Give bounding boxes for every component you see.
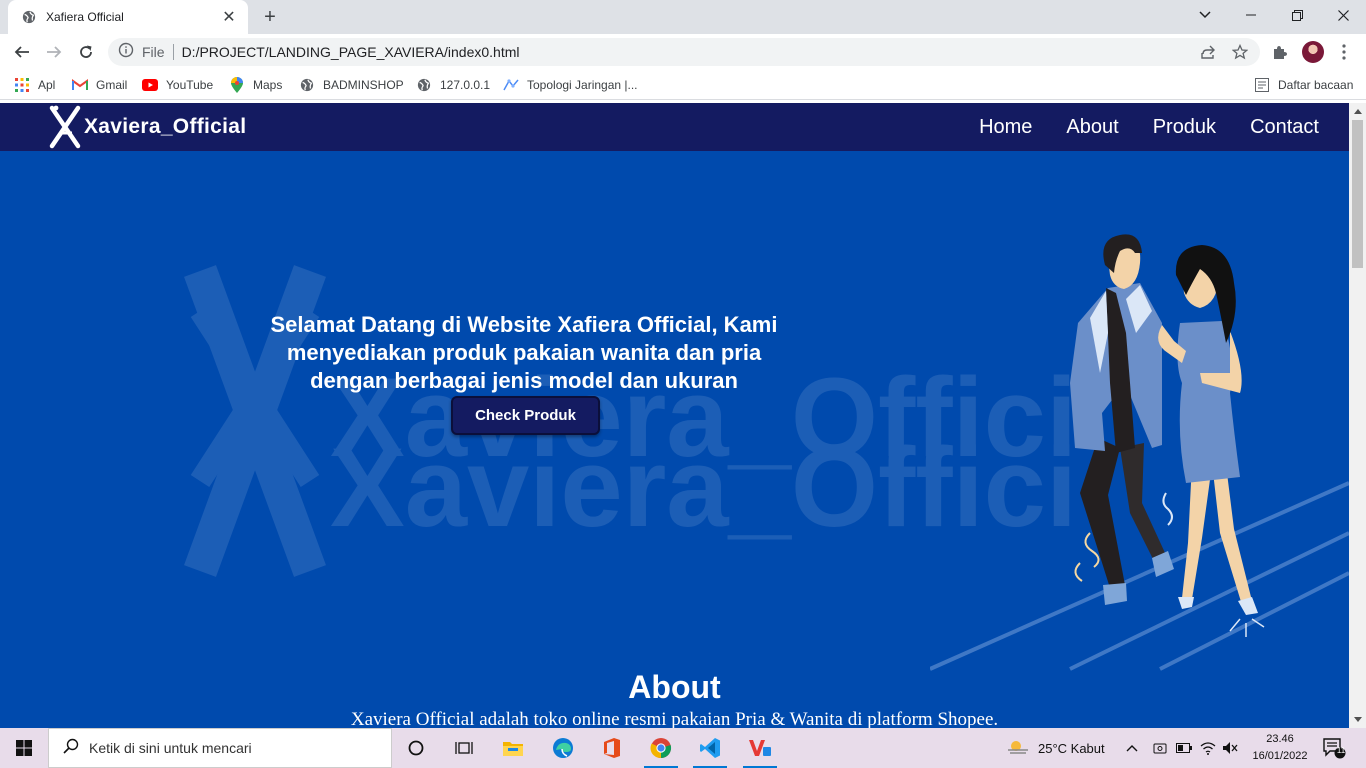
office-icon[interactable] <box>589 728 635 768</box>
search-icon <box>63 738 79 759</box>
windows-start-icon[interactable] <box>0 728 48 768</box>
hero-headline: Selamat Datang di Website Xafiera Offici… <box>234 311 814 395</box>
nav-produk[interactable]: Produk <box>1153 116 1216 139</box>
clock-date: 16/01/2022 <box>1252 750 1308 762</box>
meet-now-icon[interactable] <box>1152 728 1168 768</box>
couple-illustration <box>930 234 1349 671</box>
profile-avatar[interactable] <box>1302 41 1324 63</box>
bookmark-label: BADMINSHOP <box>323 78 404 92</box>
brand-name: Xaviera_Official <box>84 115 247 138</box>
clock-time: 23.46 <box>1266 733 1294 745</box>
show-hidden-icons-chevron-up-icon[interactable] <box>1126 728 1138 768</box>
bookmark-star-icon[interactable] <box>1228 40 1252 64</box>
bookmark-label: YouTube <box>166 78 214 92</box>
taskbar-clock[interactable]: 23.46 16/01/2022 <box>1246 731 1314 765</box>
page-scrollbar[interactable] <box>1349 103 1366 728</box>
windows-taskbar: Ketik di sini untuk mencari 25°C Kabut 2… <box>0 728 1366 768</box>
volume-muted-icon[interactable] <box>1222 728 1238 768</box>
browser-tab[interactable]: Xafiera Official ✕ <box>8 0 248 34</box>
nav-about[interactable]: About <box>1066 116 1118 139</box>
url-text[interactable]: D:/PROJECT/LANDING_PAGE_XAVIERA/index0.h… <box>182 44 520 60</box>
gmail-icon <box>72 77 88 93</box>
bookmark-label: Gmail <box>96 78 128 92</box>
menu-dots-icon[interactable] <box>1332 40 1356 64</box>
nav-contact[interactable]: Contact <box>1250 116 1319 139</box>
battery-icon[interactable] <box>1176 728 1192 768</box>
extensions-puzzle-icon[interactable] <box>1268 40 1292 64</box>
back-arrow-icon[interactable] <box>10 40 34 64</box>
vscode-icon[interactable] <box>687 728 733 768</box>
info-icon[interactable] <box>118 42 134 63</box>
task-view-icon[interactable] <box>441 728 487 768</box>
bookmark-badminshop[interactable]: BADMINSHOP <box>299 75 404 95</box>
notification-count: 11 <box>1336 746 1346 755</box>
close-window-button[interactable] <box>1320 0 1366 30</box>
chrome-icon[interactable] <box>638 728 684 768</box>
hero-line-3: dengan berbagai jenis model dan ukuran <box>310 368 738 393</box>
globe-icon <box>22 10 36 24</box>
scroll-up-arrow-icon[interactable] <box>1349 103 1366 120</box>
hero-section: Xaviera_Official Xaviera_Official Selama… <box>0 151 1349 671</box>
scroll-thumb[interactable] <box>1352 120 1363 268</box>
wifi-icon[interactable] <box>1200 728 1216 768</box>
bookmark-gmail[interactable]: Gmail <box>72 75 127 95</box>
hero-line-1: Selamat Datang di Website Xafiera Offici… <box>270 312 778 337</box>
hero-line-2: menyediakan produk pakaian wanita dan pr… <box>286 340 762 365</box>
browser-tab-strip: Xafiera Official ✕ + <box>0 0 1366 34</box>
globe-icon <box>299 77 315 93</box>
share-icon[interactable] <box>1196 40 1220 64</box>
taskbar-search-input[interactable]: Ketik di sini untuk mencari <box>48 728 392 768</box>
forward-arrow-icon[interactable] <box>42 40 66 64</box>
bookmark-label: 127.0.0.1 <box>440 78 491 92</box>
notification-center-icon[interactable]: 11 <box>1322 728 1346 768</box>
scroll-down-arrow-icon[interactable] <box>1349 711 1366 728</box>
bookmark-label: Maps <box>253 78 283 92</box>
about-description: Xaviera Official adalah toko online resm… <box>350 709 999 728</box>
scheme-label: File <box>142 44 165 60</box>
bookmark-youtube[interactable]: YouTube <box>142 75 213 95</box>
maps-icon <box>229 77 245 93</box>
apps-grid-icon <box>14 77 30 93</box>
bookmark-label: Topologi Jaringan |... <box>527 78 638 92</box>
reading-list-label: Daftar bacaan <box>1278 78 1354 92</box>
close-tab-icon[interactable]: ✕ <box>220 7 238 27</box>
address-bar[interactable]: File D:/PROJECT/LANDING_PAGE_XAVIERA/ind… <box>108 38 1260 66</box>
check-produk-button[interactable]: Check Produk <box>451 396 600 435</box>
weather-widget[interactable]: 25°C Kabut <box>1006 728 1105 768</box>
tab-title: Xafiera Official <box>46 10 124 24</box>
bookmark-topologi[interactable]: Topologi Jaringan |... <box>503 75 638 95</box>
weather-fog-icon <box>1006 738 1030 759</box>
weather-text: 25°C Kabut <box>1038 740 1105 756</box>
bookmarks-bar: Apl Gmail YouTube Maps BADMINSHOP 127.0.… <box>0 70 1366 100</box>
site-navbar: Xaviera_Official Home About Produk Conta… <box>0 103 1349 151</box>
topology-icon <box>503 77 519 93</box>
bookmark-apl[interactable]: Apl <box>14 75 55 95</box>
browser-toolbar: File D:/PROJECT/LANDING_PAGE_XAVIERA/ind… <box>0 34 1366 70</box>
reload-icon[interactable] <box>74 40 98 64</box>
reading-list-button[interactable]: Daftar bacaan <box>1254 75 1353 95</box>
nav-home[interactable]: Home <box>979 116 1032 139</box>
edge-browser-icon[interactable] <box>540 728 586 768</box>
page-viewport: Xaviera_Official Home About Produk Conta… <box>0 103 1349 728</box>
tab-search-chevron-down-icon[interactable] <box>1182 0 1228 30</box>
bookmark-localhost[interactable]: 127.0.0.1 <box>416 75 490 95</box>
cortana-circle-icon[interactable] <box>393 728 439 768</box>
restore-button[interactable] <box>1274 0 1320 30</box>
vegas-app-icon[interactable] <box>737 728 783 768</box>
brand-logo[interactable]: Xaviera_Official <box>48 103 246 151</box>
search-placeholder: Ketik di sini untuk mencari <box>89 740 252 756</box>
new-tab-button[interactable]: + <box>258 5 282 29</box>
bookmark-label: Apl <box>38 78 56 92</box>
brand-x-icon <box>49 105 81 149</box>
address-separator <box>172 44 174 60</box>
reading-list-icon <box>1254 77 1270 93</box>
file-explorer-icon[interactable] <box>490 728 536 768</box>
globe-icon <box>416 77 432 93</box>
about-heading: About <box>628 669 721 705</box>
bookmark-maps[interactable]: Maps <box>229 75 282 95</box>
minimize-button[interactable] <box>1228 0 1274 30</box>
nav-links: Home About Produk Contact <box>945 103 1319 151</box>
youtube-icon <box>142 77 158 93</box>
